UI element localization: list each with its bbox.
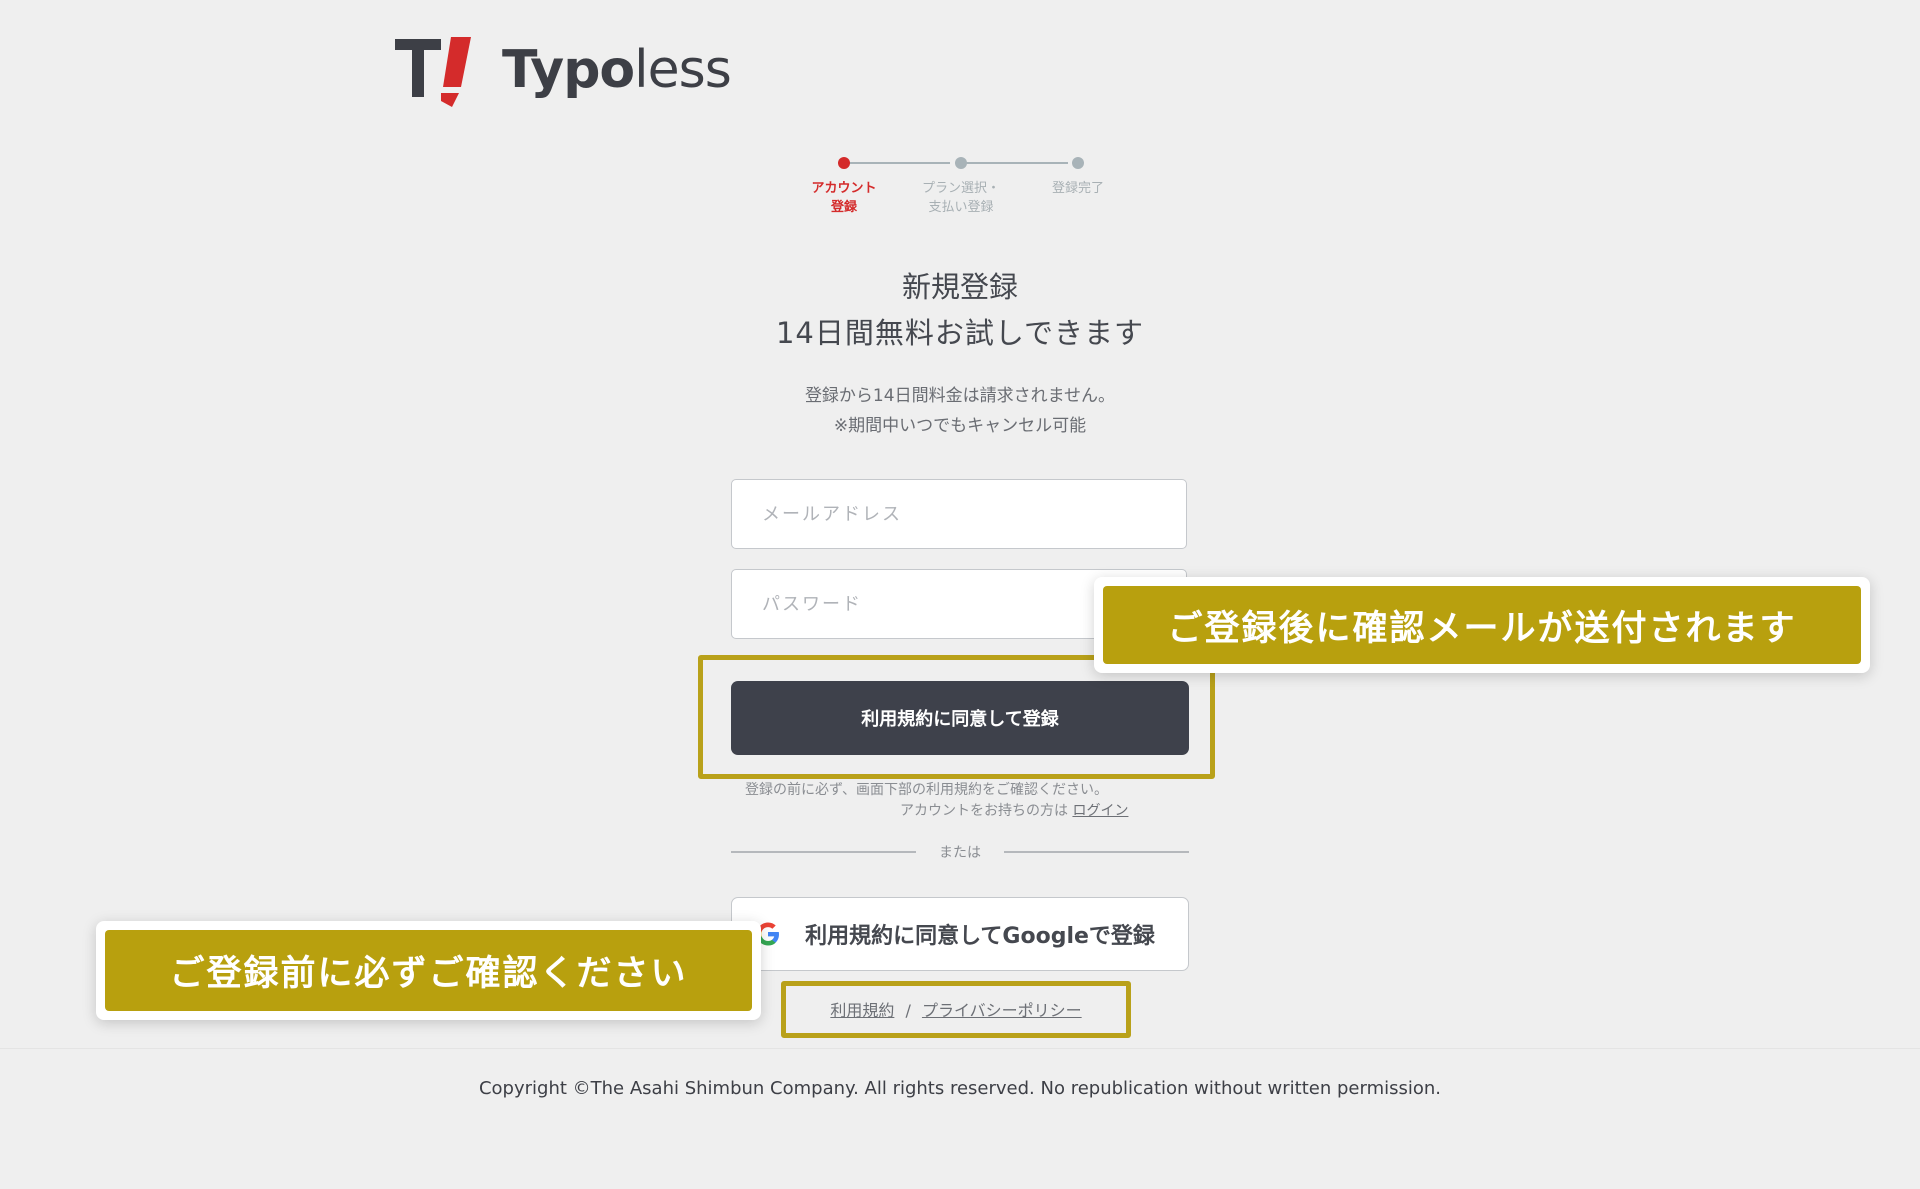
brand-name: Typoless	[502, 40, 732, 100]
page-subtitle: 14日間無料お試しできます	[775, 316, 1145, 350]
step-dot-plan	[955, 157, 967, 169]
step-dot-account	[838, 157, 850, 169]
stepper-connector	[962, 162, 1068, 164]
stepper-connector	[844, 162, 950, 164]
callout-check-before-text: ご登録前に必ずご確認ください	[105, 930, 752, 1011]
brand-logo[interactable]: Typoless	[395, 35, 732, 107]
step-label-complete: 登録完了	[1051, 181, 1104, 196]
signup-stepper: アカウント 登録 プラン選択・ 支払い登録 登録完了	[790, 155, 1120, 225]
login-row: アカウントをお持ちの方は ログイン	[900, 800, 1128, 820]
callout-email-confirm: ご登録後に確認メールが送付されます	[1094, 577, 1870, 673]
policy-separator: /	[905, 1001, 911, 1020]
cancel-note: ※期間中いつでもキャンセル可能	[833, 416, 1087, 436]
divider-line-right	[1004, 851, 1189, 853]
typoless-logo-mark-icon	[395, 37, 471, 107]
google-register-label: 利用規約に同意してGoogleで登録	[805, 924, 1155, 949]
step-label-plan: プラン選択・ 支払い登録	[921, 181, 1000, 215]
copyright-text: Copyright ©The Asahi Shimbun Company. Al…	[478, 1078, 1442, 1099]
callout-email-confirm-text: ご登録後に確認メールが送付されます	[1103, 586, 1861, 664]
email-input[interactable]	[731, 479, 1187, 549]
agree-and-register-button[interactable]: 利用規約に同意して登録	[731, 681, 1189, 755]
login-link[interactable]: ログイン	[1072, 803, 1128, 819]
google-register-button[interactable]: 利用規約に同意してGoogleで登録	[731, 897, 1189, 971]
terms-check-note: 登録の前に必ず、画面下部の利用規約をご確認ください。	[745, 782, 1109, 798]
step-dot-complete	[1072, 157, 1084, 169]
policy-links: 利用規約 / プライバシーポリシー	[781, 997, 1131, 1021]
step-label-account: アカウント 登録	[811, 181, 877, 215]
or-divider-text: または	[939, 845, 981, 861]
divider-line-left	[731, 851, 916, 853]
login-prompt: アカウントをお持ちの方は	[900, 803, 1068, 819]
callout-check-before: ご登録前に必ずご確認ください	[96, 921, 761, 1020]
terms-link[interactable]: 利用規約	[830, 1001, 894, 1020]
footer-separator	[0, 1048, 1920, 1049]
privacy-policy-link[interactable]: プライバシーポリシー	[922, 1001, 1082, 1020]
billing-note: 登録から14日間料金は請求されません。	[804, 386, 1116, 406]
page-title: 新規登録	[901, 270, 1018, 304]
